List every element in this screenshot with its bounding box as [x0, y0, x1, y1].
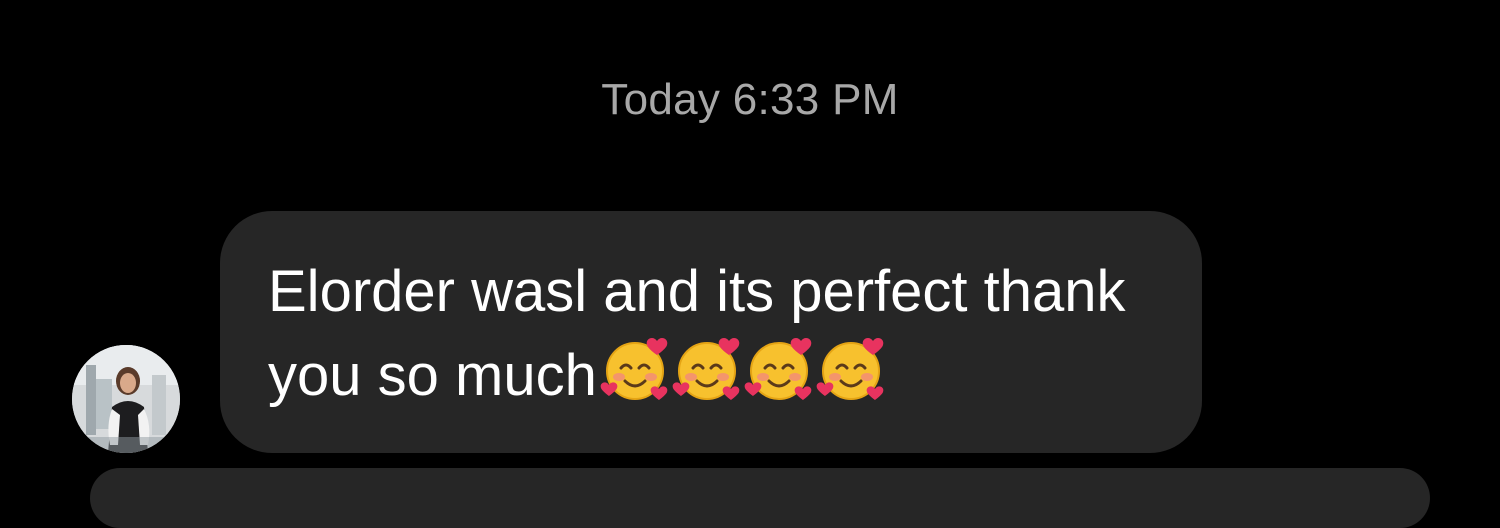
- smiling-face-with-hearts-icon: [741, 331, 817, 407]
- emoji-group: [597, 331, 885, 427]
- smiling-face-with-hearts-icon: [813, 331, 889, 407]
- sender-avatar[interactable]: [72, 345, 180, 453]
- received-message-bubble[interactable]: Elorder wasl and its perfect thank you s…: [220, 211, 1202, 453]
- smiling-face-with-hearts-icon: [669, 331, 745, 407]
- message-timestamp: Today 6:33 PM: [601, 75, 899, 124]
- smiling-face-with-hearts-icon: [597, 331, 673, 407]
- avatar-photo-icon: [72, 345, 180, 453]
- next-message-bubble[interactable]: [90, 468, 1430, 528]
- message-text: Elorder wasl and its perfect thank you s…: [268, 253, 1168, 427]
